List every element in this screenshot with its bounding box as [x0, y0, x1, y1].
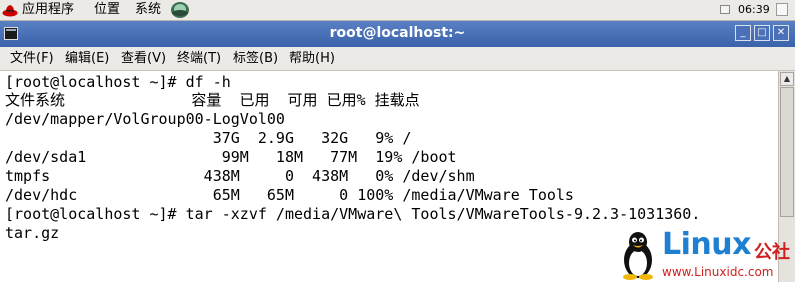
- window-titlebar[interactable]: root@localhost:~ _ □ ✕: [0, 21, 795, 47]
- system-menu[interactable]: 系统: [135, 2, 161, 18]
- terminal-line: 文件系统 容量 已用 可用 已用% 挂载点: [5, 91, 420, 109]
- tray-monitor-icon[interactable]: [720, 5, 730, 14]
- logo-url: www.Linuxidc.com: [662, 265, 774, 279]
- window-title: root@localhost:~: [329, 25, 466, 41]
- maximize-button[interactable]: □: [754, 25, 770, 41]
- close-button[interactable]: ✕: [773, 25, 789, 41]
- terminal-line: 37G 2.9G 32G 9% /: [5, 129, 412, 147]
- menu-tabs[interactable]: 标签(B): [233, 51, 278, 67]
- logo-brand-cn: 公社: [754, 242, 790, 263]
- redhat-icon[interactable]: [2, 2, 18, 18]
- top-panel: 应用程序 位置 系统 06:39: [0, 0, 795, 21]
- applications-menu[interactable]: 应用程序: [22, 2, 74, 18]
- show-desktop-button[interactable]: [776, 3, 788, 16]
- minimize-button[interactable]: _: [735, 25, 751, 41]
- terminal-line: /dev/sda1 99M 18M 77M 19% /boot: [5, 148, 457, 166]
- tux-penguin-icon: [623, 232, 653, 280]
- menu-bar: 文件(F) 编辑(E) 查看(V) 终端(T) 标签(B) 帮助(H): [0, 47, 795, 71]
- menu-view[interactable]: 查看(V): [121, 51, 166, 67]
- linuxidc-watermark: Linux 公社 www.Linuxidc.com: [614, 227, 794, 282]
- terminal-line: /dev/hdc 65M 65M 0 100% /media/VMware To…: [5, 186, 574, 204]
- scroll-thumb[interactable]: [780, 87, 794, 217]
- network-orb-icon[interactable]: [169, 0, 191, 20]
- places-menu[interactable]: 位置: [94, 2, 120, 18]
- menu-help[interactable]: 帮助(H): [289, 51, 335, 67]
- logo-brand: Linux: [662, 227, 751, 262]
- terminal-line: [root@localhost ~]# df -h: [5, 73, 231, 91]
- terminal-line: /dev/mapper/VolGroup00-LogVol00: [5, 110, 285, 128]
- panel-clock[interactable]: 06:39: [738, 3, 770, 16]
- terminal-line: [root@localhost ~]# tar -xzvf /media/VMw…: [5, 205, 701, 223]
- terminal-line: tmpfs 438M 0 438M 0% /dev/shm: [5, 167, 475, 185]
- scroll-up-button[interactable]: ▲: [780, 72, 794, 86]
- terminal-line: tar.gz: [5, 224, 60, 242]
- menu-terminal[interactable]: 终端(T): [177, 51, 221, 67]
- menu-file[interactable]: 文件(F): [10, 51, 54, 67]
- menu-edit[interactable]: 编辑(E): [65, 51, 109, 67]
